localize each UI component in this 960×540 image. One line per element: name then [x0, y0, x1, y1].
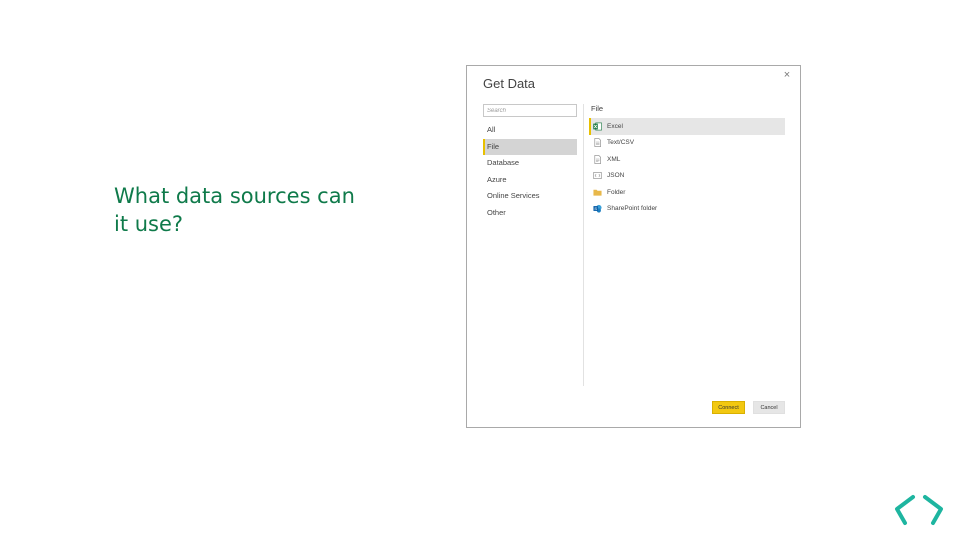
category-azure[interactable]: Azure — [483, 172, 577, 188]
json-file-icon — [593, 172, 602, 180]
get-data-dialog: Get Data × All File Database Azure Onlin… — [466, 65, 801, 428]
category-online-services[interactable]: Online Services — [483, 188, 577, 204]
source-json[interactable]: JSON — [589, 168, 785, 185]
source-label: Excel — [607, 122, 623, 130]
source-xml[interactable]: XML — [589, 151, 785, 168]
excel-icon — [593, 122, 602, 131]
source-list: Excel Text/CSV XML JSON Folder S SharePo… — [589, 118, 785, 217]
category-database[interactable]: Database — [483, 155, 577, 171]
svg-text:S: S — [594, 206, 597, 211]
section-header: File — [591, 104, 604, 113]
folder-icon — [593, 189, 602, 196]
source-label: Folder — [607, 188, 626, 196]
source-text-csv[interactable]: Text/CSV — [589, 135, 785, 152]
text-file-icon — [594, 138, 601, 148]
source-folder[interactable]: Folder — [589, 184, 785, 201]
pane-divider — [583, 104, 584, 386]
cancel-button[interactable]: Cancel — [753, 401, 785, 414]
source-label: SharePoint folder — [607, 205, 658, 213]
xml-file-icon — [594, 154, 601, 164]
dialog-title: Get Data — [483, 76, 536, 91]
source-label: JSON — [607, 172, 625, 180]
category-all[interactable]: All — [483, 122, 577, 138]
category-list: All File Database Azure Online Services … — [483, 122, 577, 222]
search-input[interactable] — [483, 104, 577, 117]
source-sharepoint-folder[interactable]: S SharePoint folder — [589, 201, 785, 218]
category-other[interactable]: Other — [483, 205, 577, 221]
prev-next-chevrons-icon[interactable] — [893, 494, 945, 526]
source-label: Text/CSV — [607, 139, 635, 147]
connect-button[interactable]: Connect — [712, 401, 745, 414]
sharepoint-icon: S — [593, 205, 602, 213]
source-label: XML — [607, 155, 621, 163]
close-button[interactable]: × — [780, 68, 794, 82]
source-excel[interactable]: Excel — [589, 118, 785, 135]
category-file[interactable]: File — [483, 138, 577, 155]
slide-question: What data sources can it use? — [114, 184, 355, 236]
